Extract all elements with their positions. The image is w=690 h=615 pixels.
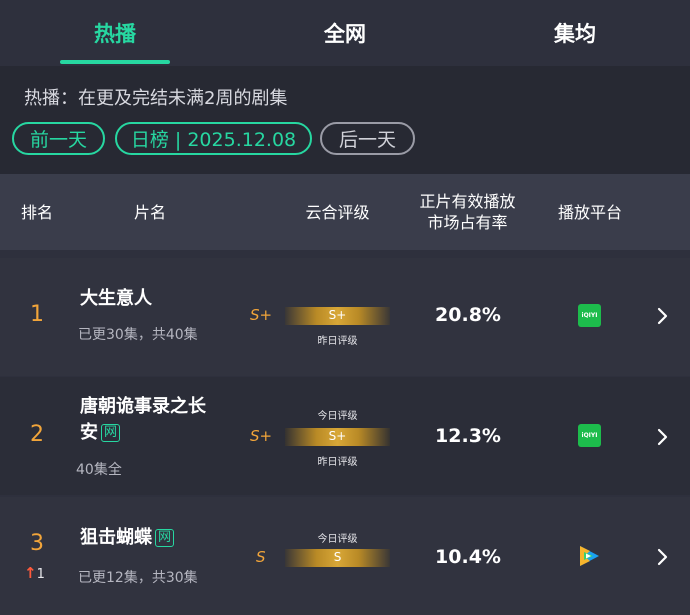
chevron-right-icon[interactable]: [656, 547, 670, 567]
grade-bar-label: S+: [328, 308, 347, 322]
yesterday-grade-caption: 昨日评级: [317, 457, 358, 468]
header-rank: 排名: [20, 202, 53, 222]
market-share-value: 12.3%: [435, 425, 501, 447]
grade-bar: S+: [285, 307, 390, 325]
show-title-line2-text: 安: [80, 422, 98, 443]
network-badge: 网: [155, 529, 175, 547]
episode-status: 已更30集，共40集: [78, 327, 198, 343]
info-panel: 热播：在更及完结未满2周的剧集: [0, 66, 690, 174]
prev-day-button[interactable]: 前一天: [12, 122, 105, 155]
show-title-line2: 安网: [80, 420, 206, 446]
header-market-share-line2: 市场占有率: [427, 213, 508, 232]
grade-bar: S+: [285, 428, 390, 446]
rank-change-value: 1: [36, 567, 45, 582]
iqiyi-icon: iQIYI: [578, 304, 601, 327]
tab-bar: 热播 全网 集均: [0, 0, 690, 66]
market-share-value: 20.8%: [435, 304, 501, 326]
tencent-video-icon: [580, 546, 599, 566]
show-title-line1: 唐朝诡事录之长: [80, 396, 206, 417]
table-row[interactable]: 3 ↑1 狙击蝴蝶网 已更12集，共30集 今日评级 S S 10.4%: [0, 497, 690, 615]
today-grade-caption: 今日评级: [317, 411, 358, 422]
iqiyi-icon-text: iQIYI: [581, 312, 598, 319]
episode-status: 已更12集，共30集: [78, 570, 198, 586]
date-selector-button[interactable]: 日榜 | 2025.12.08: [115, 122, 312, 155]
arrow-up-icon: ↑: [24, 564, 37, 582]
show-title: 唐朝诡事录之长 安网: [80, 394, 206, 446]
header-title: 片名: [133, 202, 166, 222]
table-row[interactable]: 2 唐朝诡事录之长 安网 40集全 今日评级 S+ S+ 昨日评级 12.3% …: [0, 377, 690, 495]
header-market-share: 正片有效播放 市场占有率: [405, 174, 530, 250]
chevron-right-icon[interactable]: [656, 427, 670, 447]
table-row[interactable]: 1 大生意人 已更30集，共40集 S+ S+ 昨日评级 20.8% iQIYI: [0, 258, 690, 376]
today-grade: S: [256, 548, 266, 566]
chevron-right-icon[interactable]: [656, 306, 670, 326]
header-market-share-line1: 正片有效播放: [419, 192, 516, 211]
episode-status: 40集全: [76, 462, 122, 478]
grade-bar-label: S: [333, 550, 342, 564]
tab-hot[interactable]: 热播: [0, 0, 230, 66]
tab-per-episode[interactable]: 集均: [460, 0, 690, 66]
iqiyi-icon-text: iQIYI: [581, 432, 598, 439]
rank-number: 1: [30, 302, 44, 327]
iqiyi-icon: iQIYI: [578, 424, 601, 447]
active-tab-indicator: [60, 60, 170, 64]
tab-all-network[interactable]: 全网: [230, 0, 460, 66]
today-grade-caption: 今日评级: [317, 534, 358, 545]
network-badge: 网: [101, 424, 121, 442]
ranking-description: 热播：在更及完结未满2周的剧集: [24, 88, 288, 109]
market-share-value: 10.4%: [435, 546, 501, 568]
rank-number: 2: [30, 422, 44, 447]
show-title: 狙击蝴蝶网: [80, 525, 175, 551]
rank-change: ↑1: [24, 564, 54, 582]
today-grade: S+: [250, 306, 273, 324]
next-day-button[interactable]: 后一天: [320, 122, 415, 155]
table-header: 排名 片名 云合评级 正片有效播放 市场占有率 播放平台: [0, 174, 690, 250]
grade-bar: S: [285, 549, 390, 567]
today-grade: S+: [250, 427, 273, 445]
grade-bar-label: S+: [328, 429, 347, 443]
yesterday-grade-caption: 昨日评级: [317, 336, 358, 347]
rank-number: 3: [30, 531, 44, 556]
header-rating: 云合评级: [305, 202, 370, 222]
header-platform: 播放平台: [557, 202, 622, 222]
show-title-text: 狙击蝴蝶: [80, 527, 152, 548]
show-title: 大生意人: [80, 288, 152, 309]
